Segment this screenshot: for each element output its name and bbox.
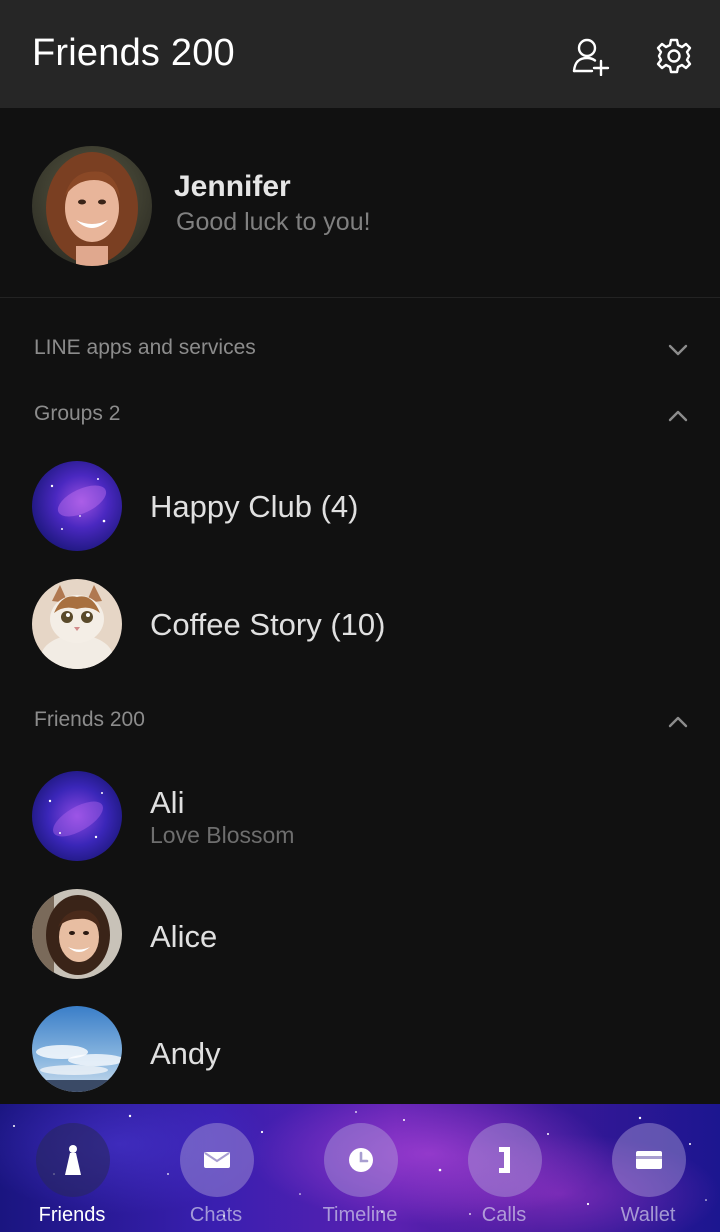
section-label: Friends 200 — [34, 708, 145, 731]
chevron-up-icon — [668, 410, 688, 422]
avatar — [32, 579, 122, 669]
tab-label: Friends — [38, 1204, 106, 1226]
tab-wallet[interactable]: Wallet — [576, 1104, 720, 1232]
section-services-header[interactable]: LINE apps and services — [0, 320, 720, 380]
gear-icon — [656, 38, 692, 74]
settings-button[interactable] — [652, 34, 696, 78]
group-name: Happy Club (4) — [150, 489, 359, 524]
avatar — [32, 1006, 122, 1092]
tab-chats[interactable]: Chats — [144, 1104, 288, 1232]
bottom-tab-bar: Friends Chats Timeline Calls Wallet — [0, 1104, 720, 1232]
tab-friends[interactable]: Friends — [0, 1104, 144, 1232]
avatar — [32, 771, 122, 861]
tab-label: Wallet — [620, 1204, 676, 1226]
add-friend-button[interactable] — [568, 34, 612, 78]
tab-label: Calls — [481, 1204, 527, 1226]
profile-status: Good luck to you! — [176, 208, 371, 236]
tab-icon-circle — [36, 1123, 110, 1197]
clock-icon — [349, 1148, 373, 1172]
friend-name: Ali — [150, 785, 185, 820]
add-friend-icon — [572, 38, 610, 76]
tab-timeline[interactable]: Timeline — [288, 1104, 432, 1232]
profile-name: Jennifer — [174, 170, 291, 203]
list-item[interactable]: Happy Club (4) — [0, 451, 720, 561]
envelope-icon — [204, 1152, 230, 1168]
group-name: Coffee Story (10) — [150, 607, 386, 642]
section-label: LINE apps and services — [34, 336, 256, 359]
section-label: Groups 2 — [34, 402, 121, 425]
tab-label: Timeline — [322, 1204, 398, 1226]
tab-label: Chats — [189, 1204, 243, 1226]
page-title: Friends 200 — [32, 32, 235, 74]
friend-status: Love Blossom — [150, 822, 295, 848]
friend-name: Andy — [150, 1036, 221, 1071]
list-item[interactable]: Alice — [0, 879, 720, 989]
list-item[interactable]: Andy — [0, 996, 720, 1106]
app-header: Friends 200 — [0, 0, 720, 108]
tab-icon-circle — [612, 1123, 686, 1197]
tab-calls[interactable]: Calls — [432, 1104, 576, 1232]
chevron-down-icon — [668, 344, 688, 356]
tab-icon-circle — [180, 1123, 254, 1197]
avatar — [32, 461, 122, 551]
tab-icon-circle — [468, 1123, 542, 1197]
tab-icon-circle — [324, 1123, 398, 1197]
person-icon — [65, 1145, 81, 1175]
wallet-icon — [636, 1151, 662, 1169]
avatar — [32, 146, 152, 266]
list-item[interactable]: Coffee Story (10) — [0, 569, 720, 679]
friend-name: Alice — [150, 919, 218, 954]
my-profile[interactable]: Jennifer Good luck to you! — [0, 108, 720, 298]
section-groups-header[interactable]: Groups 2 — [0, 386, 720, 446]
phone-icon — [499, 1147, 510, 1173]
section-friends-header[interactable]: Friends 200 — [0, 692, 720, 752]
list-item[interactable]: Ali Love Blossom — [0, 761, 720, 871]
chevron-up-icon — [668, 716, 688, 728]
avatar — [32, 889, 122, 979]
